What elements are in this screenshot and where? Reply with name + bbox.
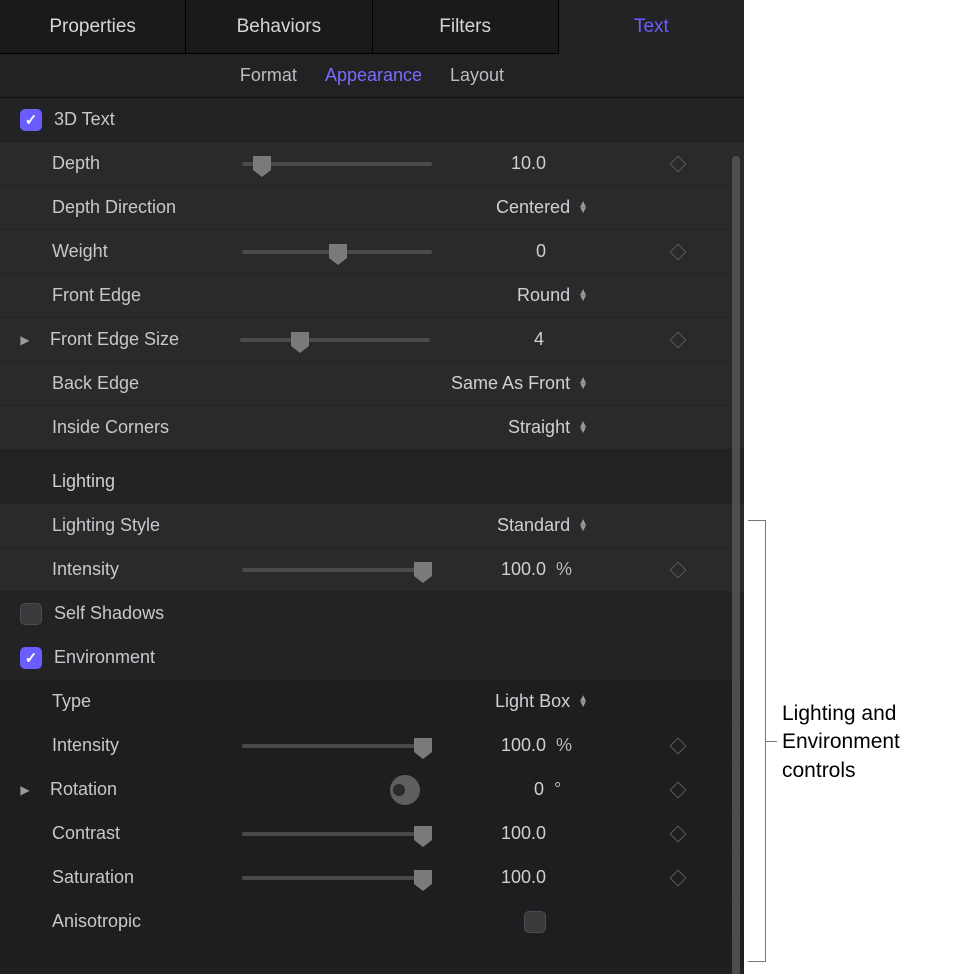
label-env-rotation: Rotation: [50, 779, 240, 800]
label-depth: Depth: [52, 153, 242, 174]
stepper-icon: ▲▼: [578, 696, 588, 708]
dropdown-env-type[interactable]: Light Box ▲▼: [242, 691, 588, 712]
row-front-edge: Front Edge Round ▲▼: [0, 274, 744, 318]
annotation-bracket: [748, 520, 766, 962]
row-lighting-style: Lighting Style Standard ▲▼: [0, 504, 744, 548]
checkbox-self-shadows[interactable]: [20, 603, 42, 625]
label-back-edge: Back Edge: [52, 373, 242, 394]
value-env-contrast[interactable]: 100.0: [432, 823, 552, 844]
value-weight[interactable]: 0: [432, 241, 552, 262]
keyframe-icon[interactable]: [670, 869, 687, 886]
row-lighting-intensity: Intensity 100.0 %: [0, 548, 744, 592]
label-lighting: Lighting: [52, 471, 115, 492]
label-env-type: Type: [52, 691, 242, 712]
unit-percent: %: [552, 735, 582, 756]
label-lighting-style: Lighting Style: [52, 515, 242, 536]
disclosure-icon[interactable]: ▶: [16, 333, 34, 347]
tab-text[interactable]: Text: [559, 0, 744, 54]
dropdown-inside-corners[interactable]: Straight ▲▼: [242, 417, 588, 438]
label-depth-direction: Depth Direction: [52, 197, 242, 218]
keyframe-icon[interactable]: [670, 155, 687, 172]
checkbox-3d-text[interactable]: [20, 109, 42, 131]
keyframe-icon[interactable]: [670, 561, 687, 578]
tab-filters[interactable]: Filters: [373, 0, 559, 54]
value-lighting-intensity[interactable]: 100.0: [432, 559, 552, 580]
dropdown-back-edge[interactable]: Same As Front ▲▼: [242, 373, 588, 394]
label-env-contrast: Contrast: [52, 823, 242, 844]
keyframe-icon[interactable]: [670, 331, 687, 348]
row-env-intensity: Intensity 100.0 %: [0, 724, 744, 768]
row-depth: Depth 10.0: [0, 142, 744, 186]
checkbox-environment[interactable]: [20, 647, 42, 669]
slider-lighting-intensity[interactable]: [242, 560, 432, 580]
label-inside-corners: Inside Corners: [52, 417, 242, 438]
slider-env-saturation[interactable]: [242, 868, 432, 888]
scroll-area: 3D Text Depth 10.0 Depth Direction Cente…: [0, 98, 744, 974]
slider-depth[interactable]: [242, 154, 432, 174]
label-front-edge-size: Front Edge Size: [50, 329, 240, 350]
subtab-layout[interactable]: Layout: [450, 65, 504, 86]
value-env-intensity[interactable]: 100.0: [432, 735, 552, 756]
row-depth-direction: Depth Direction Centered ▲▼: [0, 186, 744, 230]
keyframe-icon[interactable]: [670, 737, 687, 754]
slider-front-edge-size[interactable]: [240, 330, 430, 350]
stepper-icon: ▲▼: [578, 202, 588, 214]
tab-behaviors[interactable]: Behaviors: [186, 0, 372, 54]
row-front-edge-size: ▶ Front Edge Size 4: [0, 318, 744, 362]
label-environment: Environment: [54, 647, 684, 668]
keyframe-icon[interactable]: [670, 243, 687, 260]
row-inside-corners: Inside Corners Straight ▲▼: [0, 406, 744, 450]
stepper-icon: ▲▼: [578, 378, 588, 390]
value-env-rotation[interactable]: 0: [430, 779, 550, 800]
scrollbar[interactable]: [732, 156, 740, 974]
rotation-dial[interactable]: [390, 775, 420, 805]
slider-env-contrast[interactable]: [242, 824, 432, 844]
label-env-anisotropic: Anisotropic: [52, 911, 242, 932]
label-env-saturation: Saturation: [52, 867, 242, 888]
tab-properties[interactable]: Properties: [0, 0, 186, 54]
row-env-anisotropic: Anisotropic: [0, 900, 744, 944]
disclosure-icon[interactable]: ▶: [16, 783, 34, 797]
dropdown-depth-direction[interactable]: Centered ▲▼: [242, 197, 588, 218]
dropdown-lighting-style[interactable]: Standard ▲▼: [242, 515, 588, 536]
keyframe-icon[interactable]: [670, 781, 687, 798]
value-env-saturation[interactable]: 100.0: [432, 867, 552, 888]
checkbox-anisotropic[interactable]: [524, 911, 546, 933]
row-env-type: Type Light Box ▲▼: [0, 680, 744, 724]
row-weight: Weight 0: [0, 230, 744, 274]
label-self-shadows: Self Shadows: [54, 603, 684, 624]
row-env-rotation: ▶ Rotation 0 °: [0, 768, 744, 812]
row-3d-text: 3D Text: [0, 98, 744, 142]
label-lighting-intensity: Intensity: [52, 559, 242, 580]
stepper-icon: ▲▼: [578, 520, 588, 532]
row-env-saturation: Saturation 100.0: [0, 856, 744, 900]
main-tabs: Properties Behaviors Filters Text: [0, 0, 744, 54]
row-environment: Environment: [0, 636, 744, 680]
annotation-label: Lighting and Environment controls: [782, 700, 962, 785]
label-front-edge: Front Edge: [52, 285, 242, 306]
stepper-icon: ▲▼: [578, 422, 588, 434]
row-lighting-header: Lighting: [0, 460, 744, 504]
value-front-edge-size[interactable]: 4: [430, 329, 550, 350]
subtab-format[interactable]: Format: [240, 65, 297, 86]
row-back-edge: Back Edge Same As Front ▲▼: [0, 362, 744, 406]
dropdown-front-edge[interactable]: Round ▲▼: [242, 285, 588, 306]
label-weight: Weight: [52, 241, 242, 262]
keyframe-icon[interactable]: [670, 825, 687, 842]
sub-tabs: Format Appearance Layout: [0, 54, 744, 98]
inspector-panel: Properties Behaviors Filters Text Format…: [0, 0, 744, 974]
slider-env-intensity[interactable]: [242, 736, 432, 756]
label-3d-text: 3D Text: [54, 109, 684, 130]
stepper-icon: ▲▼: [578, 290, 588, 302]
subtab-appearance[interactable]: Appearance: [325, 65, 422, 86]
unit-degree: °: [550, 779, 580, 800]
slider-weight[interactable]: [242, 242, 432, 262]
row-env-contrast: Contrast 100.0: [0, 812, 744, 856]
label-env-intensity: Intensity: [52, 735, 242, 756]
unit-percent: %: [552, 559, 582, 580]
value-depth[interactable]: 10.0: [432, 153, 552, 174]
row-self-shadows: Self Shadows: [0, 592, 744, 636]
